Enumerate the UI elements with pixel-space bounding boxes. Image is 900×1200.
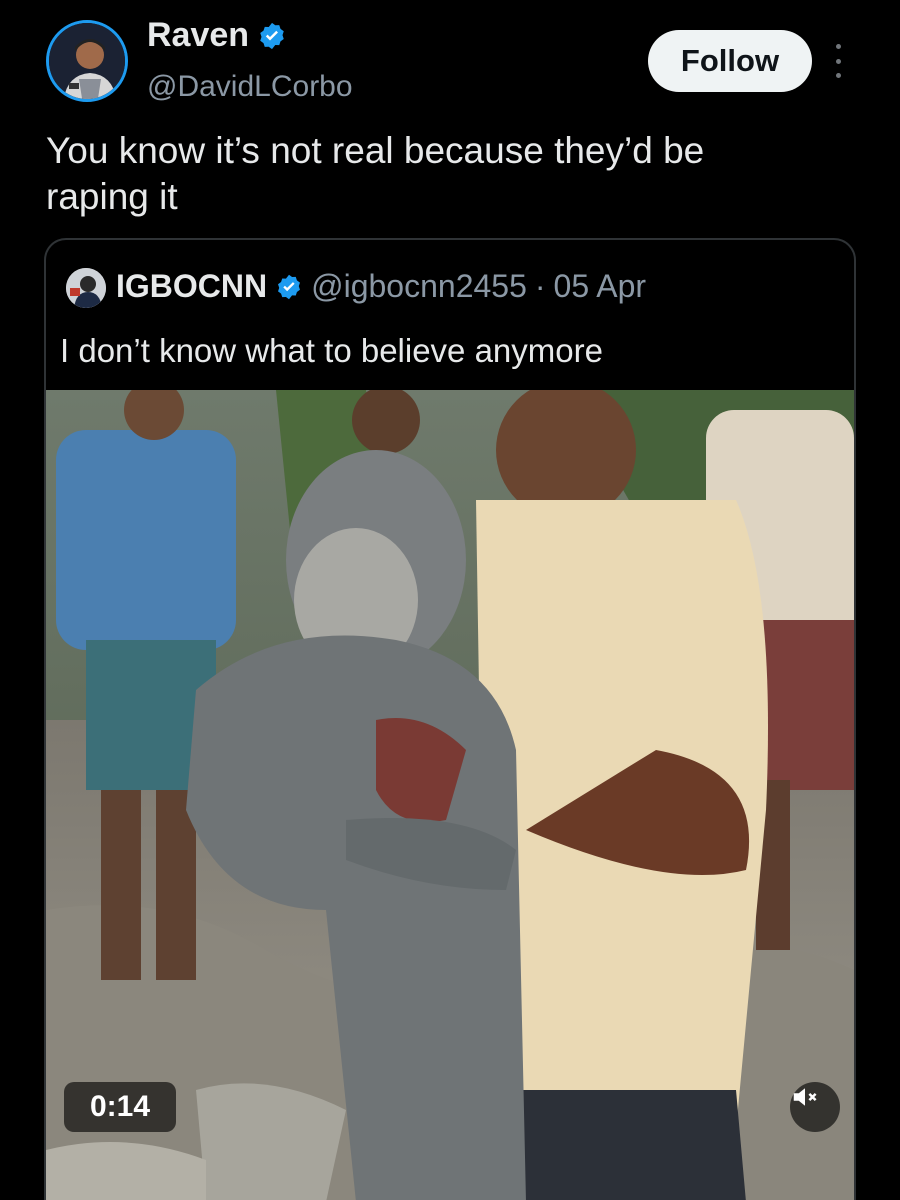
author-avatar[interactable] bbox=[46, 20, 128, 102]
tweet-text-line2: raping it bbox=[46, 176, 178, 217]
video-timestamp: 0:14 bbox=[64, 1082, 176, 1132]
video-frame bbox=[46, 390, 854, 1200]
quoted-date[interactable]: 05 Apr bbox=[554, 268, 647, 305]
tweet-text: You know it’s not real because they’d be… bbox=[46, 128, 846, 220]
tweet-text-line1: You know it’s not real because they’d be bbox=[46, 130, 705, 171]
verified-badge-icon bbox=[260, 22, 284, 49]
author-name-row[interactable]: Raven bbox=[147, 16, 287, 55]
follow-button[interactable]: Follow bbox=[648, 30, 812, 92]
author-name[interactable]: Raven bbox=[147, 16, 249, 55]
quoted-tweet[interactable]: IGBOCNN @igbocnn2455 · 05 Apr I don’t kn… bbox=[44, 238, 856, 1200]
author-handle[interactable]: @DavidLCorbo bbox=[147, 70, 353, 104]
more-vertical-icon[interactable] bbox=[828, 44, 848, 78]
quoted-header: IGBOCNN @igbocnn2455 · 05 Apr bbox=[116, 268, 646, 305]
quoted-text: I don’t know what to believe anymore bbox=[60, 332, 603, 369]
speaker-muted-icon[interactable] bbox=[790, 1082, 840, 1132]
dot-separator: · bbox=[534, 268, 546, 304]
quoted-author-handle[interactable]: @igbocnn2455 bbox=[311, 268, 527, 305]
video-player[interactable]: 0:14 bbox=[46, 390, 854, 1200]
verified-badge-icon bbox=[278, 274, 301, 299]
tweet-post: Raven @DavidLCorbo Follow You know it’s … bbox=[0, 0, 900, 1200]
quoted-author-name[interactable]: IGBOCNN bbox=[116, 268, 267, 305]
quoted-author-avatar[interactable] bbox=[66, 268, 106, 308]
